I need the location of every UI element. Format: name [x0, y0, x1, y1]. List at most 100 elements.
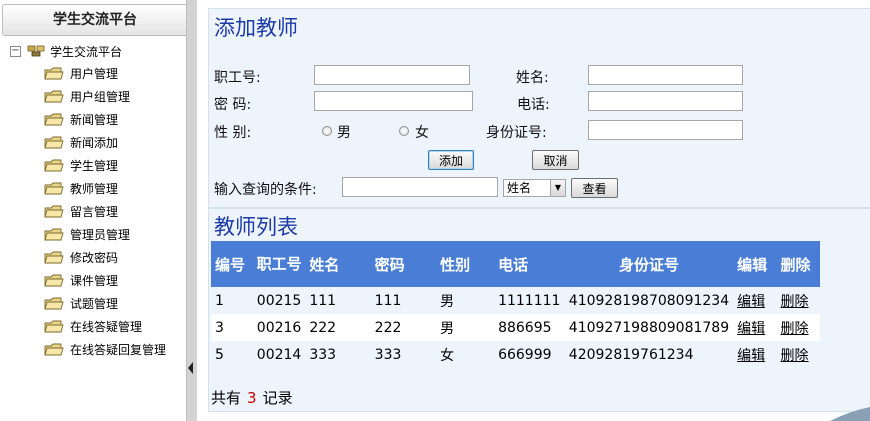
cell-id-card: 410928198708091234 — [564, 287, 734, 314]
sidebar-item-label: 在线答疑管理 — [70, 319, 143, 334]
column-header: 职工号 — [252, 241, 306, 287]
gender-male-label: 男 — [337, 125, 351, 141]
cell-phone: 886695 — [486, 314, 565, 341]
record-count-value: 3 — [247, 389, 257, 407]
table-row: 1 00215 111 111 男 1111111 41092819870809… — [211, 287, 820, 314]
cell-password: 333 — [360, 341, 429, 368]
record-count: 共有 3 记录 — [211, 387, 293, 408]
add-button[interactable]: 添加 — [428, 150, 474, 170]
cell-gender: 男 — [428, 314, 487, 341]
cell-id-card: 42092819761234 — [564, 341, 734, 368]
folder-icon — [44, 67, 64, 79]
gender-female-radio[interactable] — [399, 126, 409, 136]
add-teacher-title: 添加教师 — [212, 12, 300, 42]
sidebar-item-label: 管理员管理 — [70, 227, 131, 242]
cell-gender: 男 — [428, 287, 487, 314]
edit-link[interactable]: 编辑 — [733, 287, 777, 314]
sidebar: 学生交流平台 − 学生交流平台 用户管理 用户组管理 新闻管理 新闻添加 学生管… — [0, 0, 188, 421]
query-input[interactable] — [342, 177, 498, 197]
cell-gender: 女 — [428, 341, 487, 368]
cell-id: 5 — [211, 341, 253, 368]
sidebar-splitter[interactable] — [186, 0, 197, 421]
sidebar-item-message-management[interactable]: 留言管理 — [44, 201, 118, 221]
sidebar-item-admin-management[interactable]: 管理员管理 — [44, 224, 130, 244]
sidebar-item-label: 教师管理 — [70, 181, 119, 196]
id-card-input[interactable] — [588, 120, 743, 140]
folder-icon — [44, 343, 64, 355]
folder-icon — [44, 136, 64, 148]
sidebar-item-courseware-management[interactable]: 课件管理 — [44, 270, 118, 290]
delete-link[interactable]: 删除 — [776, 314, 820, 341]
name-label: 姓名: — [516, 70, 549, 86]
sidebar-item-student-management[interactable]: 学生管理 — [44, 155, 118, 175]
sidebar-item-news-add[interactable]: 新闻添加 — [44, 132, 118, 152]
teacher-list-title: 教师列表 — [212, 211, 300, 241]
edit-link[interactable]: 编辑 — [733, 341, 777, 368]
column-header: 性别 — [428, 241, 487, 287]
sidebar-item-user-management[interactable]: 用户管理 — [44, 63, 118, 83]
query-field-selected: 姓名 — [507, 181, 532, 195]
cell-name: 333 — [305, 341, 361, 368]
name-input[interactable] — [588, 65, 743, 85]
sidebar-item-change-password[interactable]: 修改密码 — [44, 247, 118, 267]
search-button[interactable]: 查看 — [571, 178, 618, 198]
tree-root[interactable]: − 学生交流平台 — [10, 42, 122, 60]
folder-icon — [44, 297, 64, 309]
query-field-select[interactable]: 姓名 ▼ — [503, 179, 566, 197]
sidebar-item-news-management[interactable]: 新闻管理 — [44, 109, 118, 129]
employee-id-input[interactable] — [314, 65, 470, 85]
cell-password: 111 — [360, 287, 429, 314]
dropdown-arrow-icon[interactable]: ▼ — [550, 180, 565, 196]
gender-male-radio[interactable] — [322, 126, 332, 136]
record-count-prefix: 共有 — [211, 389, 242, 407]
column-header-label: 职工号 — [256, 255, 302, 273]
sidebar-item-usergroup-management[interactable]: 用户组管理 — [44, 86, 130, 106]
cell-phone: 1111111 — [486, 287, 565, 314]
column-header: 身份证号 — [564, 241, 734, 287]
phone-label: 电话: — [517, 97, 550, 113]
column-header: 电话 — [486, 241, 565, 287]
sidebar-item-label: 学生管理 — [70, 158, 119, 173]
sidebar-item-label: 试题管理 — [70, 296, 119, 311]
sidebar-item-qa-management[interactable]: 在线答疑管理 — [44, 316, 142, 336]
sidebar-item-label: 课件管理 — [70, 273, 119, 288]
table-header-row: 编号 职工号 姓名 密码 性别 电话 身份证号 编辑 删除 — [211, 241, 820, 287]
sidebar-item-teacher-management[interactable]: 教师管理 — [44, 178, 118, 198]
table-row: 3 00216 222 222 男 886695 410927198809081… — [211, 314, 820, 341]
employee-id-label: 职工号: — [214, 70, 261, 86]
id-card-label: 身份证号: — [486, 125, 547, 141]
collapse-icon[interactable]: − — [10, 45, 21, 57]
sidebar-item-label: 用户管理 — [70, 66, 119, 81]
phone-input[interactable] — [588, 91, 743, 111]
teacher-table: 编号 职工号 姓名 密码 性别 电话 身份证号 编辑 删除 1 00215 11… — [211, 241, 820, 368]
column-header: 编号 — [211, 241, 253, 287]
sidebar-item-label: 修改密码 — [70, 250, 119, 265]
folder-icon — [44, 113, 64, 125]
folder-icon — [44, 320, 64, 332]
cell-name: 111 — [305, 287, 361, 314]
folder-icon — [44, 159, 64, 171]
delete-link[interactable]: 删除 — [776, 287, 820, 314]
sidebar-item-exam-management[interactable]: 试题管理 — [44, 293, 118, 313]
password-label: 密 码: — [214, 97, 252, 113]
network-icon — [27, 45, 45, 57]
folder-icon — [44, 90, 64, 102]
cell-emp-no: 00216 — [252, 314, 306, 341]
delete-link[interactable]: 删除 — [776, 341, 820, 368]
folder-icon — [44, 182, 64, 194]
collapse-arrow-icon[interactable] — [188, 362, 193, 374]
gender-label: 性 别: — [214, 125, 252, 141]
table-row: 5 00214 333 333 女 666999 42092819761234 … — [211, 341, 820, 368]
cell-id-card: 410927198809081789 — [564, 314, 734, 341]
cell-name: 222 — [305, 314, 361, 341]
edit-link[interactable]: 编辑 — [733, 314, 777, 341]
sidebar-header: 学生交流平台 — [2, 4, 188, 36]
folder-icon — [44, 205, 64, 217]
password-input[interactable] — [314, 91, 473, 111]
cancel-button[interactable]: 取消 — [532, 150, 579, 170]
sidebar-item-qa-reply-management[interactable]: 在线答疑回复管理 — [44, 339, 166, 359]
folder-icon — [44, 251, 64, 263]
query-label: 输入查询的条件: — [214, 182, 317, 198]
sidebar-item-label: 留言管理 — [70, 204, 119, 219]
corner-decoration — [830, 407, 870, 421]
